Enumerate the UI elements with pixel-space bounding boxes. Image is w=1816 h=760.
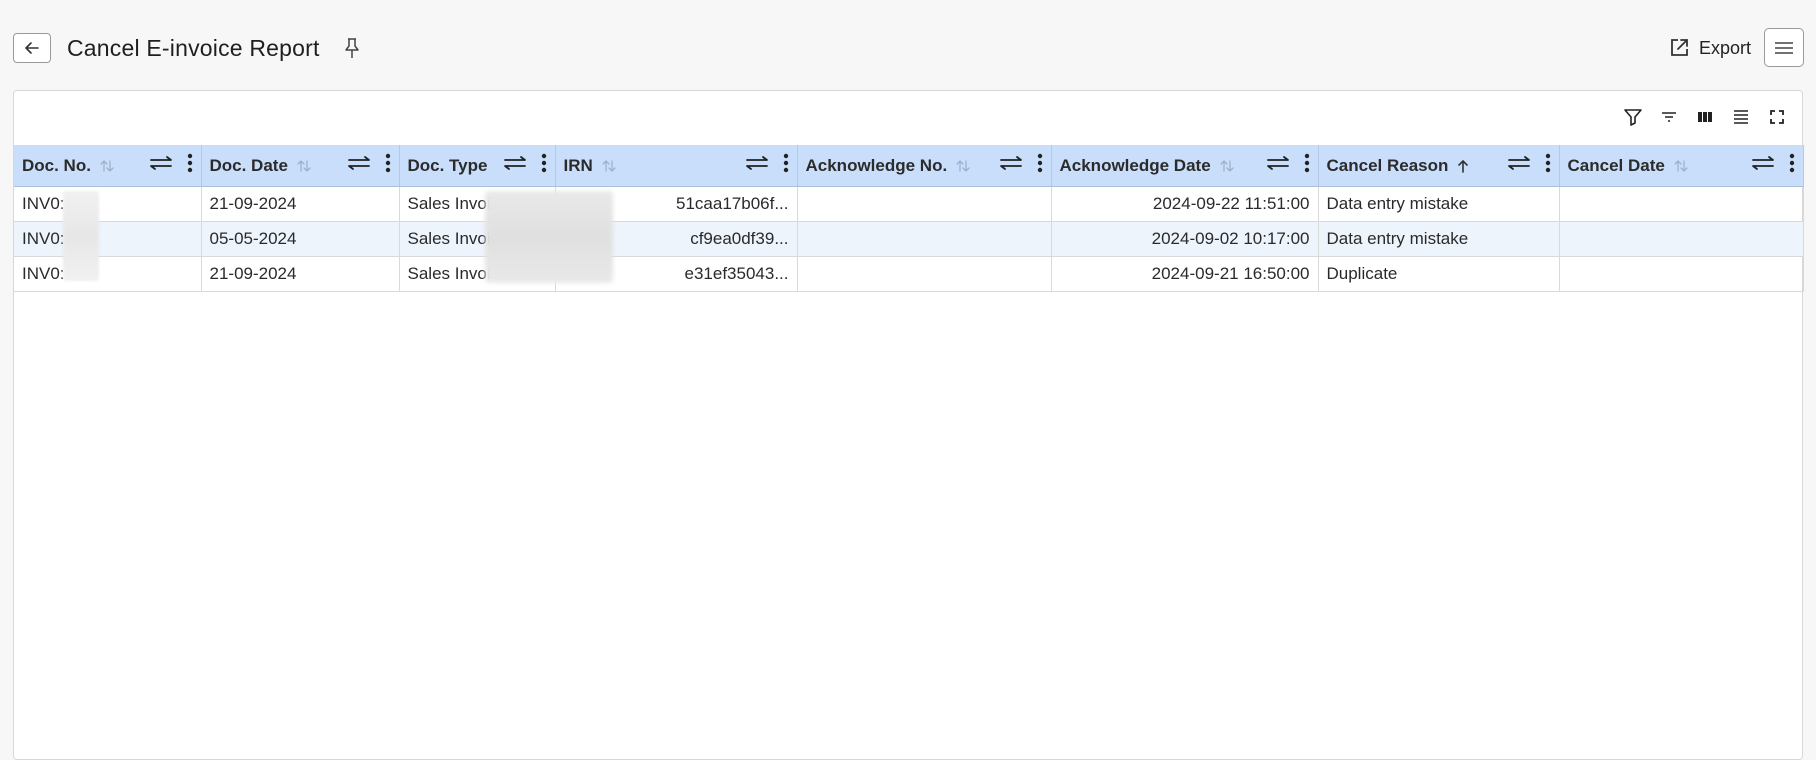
- sort-icon[interactable]: [1219, 158, 1235, 174]
- column-label: Doc. Date: [209, 155, 288, 175]
- resize-icon[interactable]: [1751, 155, 1775, 176]
- resize-icon[interactable]: [149, 155, 173, 176]
- cell-doc-date: 21-09-2024: [201, 186, 400, 222]
- redacted-doc-numbers: [63, 191, 99, 281]
- column-menu-icon[interactable]: [1545, 153, 1551, 178]
- cell-cancel-date: [1559, 256, 1804, 292]
- cell-ack-date: 2024-09-21 16:50:00: [1051, 256, 1319, 292]
- column-header-irn[interactable]: IRN: [555, 145, 798, 187]
- column-menu-icon[interactable]: [1789, 153, 1795, 178]
- column-menu-icon[interactable]: [783, 153, 789, 178]
- sort-icon[interactable]: [601, 158, 617, 174]
- cell-doc-no: INV0:: [14, 186, 202, 222]
- report-panel: Doc. No. Doc. Date Doc. Type IRN Acknowledge…: [13, 90, 1804, 760]
- column-label: Cancel Reason: [1326, 155, 1449, 175]
- column-menu-icon[interactable]: [1037, 153, 1043, 178]
- column-menu-icon[interactable]: [385, 153, 391, 178]
- column-header-doc-date[interactable]: Doc. Date: [201, 145, 400, 187]
- column-header-cancel-date[interactable]: Cancel Date: [1559, 145, 1804, 187]
- column-label: Acknowledge No.: [805, 155, 948, 175]
- page-header: Cancel E-invoice Report Export: [0, 0, 1816, 90]
- column-label: Acknowledge Date: [1059, 155, 1211, 175]
- export-icon: [1671, 39, 1688, 56]
- hamburger-icon: [1775, 41, 1793, 54]
- cell-cancel-reason: Data entry mistake: [1318, 186, 1560, 222]
- column-menu-icon[interactable]: [187, 153, 193, 178]
- cell-ack-date: 2024-09-22 11:51:00: [1051, 186, 1319, 222]
- cell-ack-no: [797, 256, 1052, 292]
- cell-doc-date: 05-05-2024: [201, 221, 400, 257]
- sort-icon[interactable]: [99, 158, 115, 174]
- cell-cancel-date: [1559, 186, 1804, 222]
- table-row[interactable]: INV0: 05-05-2024 Sales Invoice cf9ea0df39..…: [14, 221, 1804, 257]
- column-header-ack-date[interactable]: Acknowledge Date: [1051, 145, 1319, 187]
- sort-icon[interactable]: [1456, 158, 1470, 174]
- column-header-cancel-reason[interactable]: Cancel Reason: [1318, 145, 1560, 187]
- cell-ack-no: [797, 221, 1052, 257]
- page-title: Cancel E-invoice Report: [67, 35, 320, 61]
- column-menu-icon[interactable]: [541, 153, 547, 178]
- resize-icon[interactable]: [1507, 155, 1531, 176]
- cell-cancel-date: [1559, 221, 1804, 257]
- menu-button[interactable]: [1764, 28, 1804, 67]
- column-header-doc-no[interactable]: Doc. No.: [14, 145, 202, 187]
- table-toolbar: [1622, 105, 1788, 129]
- cell-ack-date: 2024-09-02 10:17:00: [1051, 221, 1319, 257]
- columns-icon[interactable]: [1694, 106, 1716, 128]
- cell-cancel-reason: Duplicate: [1318, 256, 1560, 292]
- column-label: Doc. Type: [407, 155, 488, 175]
- report-table: Doc. No. Doc. Date Doc. Type IRN Acknowledge…: [14, 145, 1804, 292]
- cell-ack-no: [797, 186, 1052, 222]
- cell-doc-no: INV0:: [14, 256, 202, 292]
- table-body: INV0: 21-09-2024 Sales Invoice 51caa17b06f.…: [14, 186, 1804, 292]
- table-row[interactable]: INV0: 21-09-2024 Sales Invoice 51caa17b06f.…: [14, 186, 1804, 222]
- column-label: Doc. No.: [22, 155, 91, 175]
- column-header-ack-no[interactable]: Acknowledge No.: [797, 145, 1052, 187]
- resize-icon[interactable]: [999, 155, 1023, 176]
- arrow-left-icon: [25, 42, 39, 54]
- resize-icon[interactable]: [1266, 155, 1290, 176]
- sort-icon[interactable]: [296, 158, 312, 174]
- density-icon[interactable]: [1730, 106, 1752, 128]
- column-label: IRN: [563, 155, 593, 175]
- column-label: Cancel Date: [1567, 155, 1665, 175]
- header-row: Doc. No. Doc. Date Doc. Type IRN Acknowledge…: [14, 145, 1804, 187]
- resize-icon[interactable]: [347, 155, 371, 176]
- column-header-doc-type[interactable]: Doc. Type: [399, 145, 556, 187]
- sort-icon[interactable]: [955, 158, 971, 174]
- export-label: Export: [1699, 37, 1752, 58]
- table-row[interactable]: INV0: 21-09-2024 Sales Invoice e31ef35043..…: [14, 256, 1804, 292]
- filter-lines-icon[interactable]: [1658, 106, 1680, 128]
- export-button[interactable]: Export: [1668, 33, 1751, 63]
- sort-icon[interactable]: [1673, 158, 1689, 174]
- fullscreen-icon[interactable]: [1766, 106, 1788, 128]
- column-menu-icon[interactable]: [1304, 153, 1310, 178]
- resize-icon[interactable]: [745, 155, 769, 176]
- redacted-irn-values: [485, 191, 613, 283]
- cell-doc-no: INV0:: [14, 221, 202, 257]
- resize-icon[interactable]: [503, 155, 527, 176]
- cell-doc-date: 21-09-2024: [201, 256, 400, 292]
- cell-cancel-reason: Data entry mistake: [1318, 221, 1560, 257]
- back-button[interactable]: [13, 33, 51, 63]
- filter-icon[interactable]: [1622, 106, 1644, 128]
- pin-icon[interactable]: [343, 37, 361, 64]
